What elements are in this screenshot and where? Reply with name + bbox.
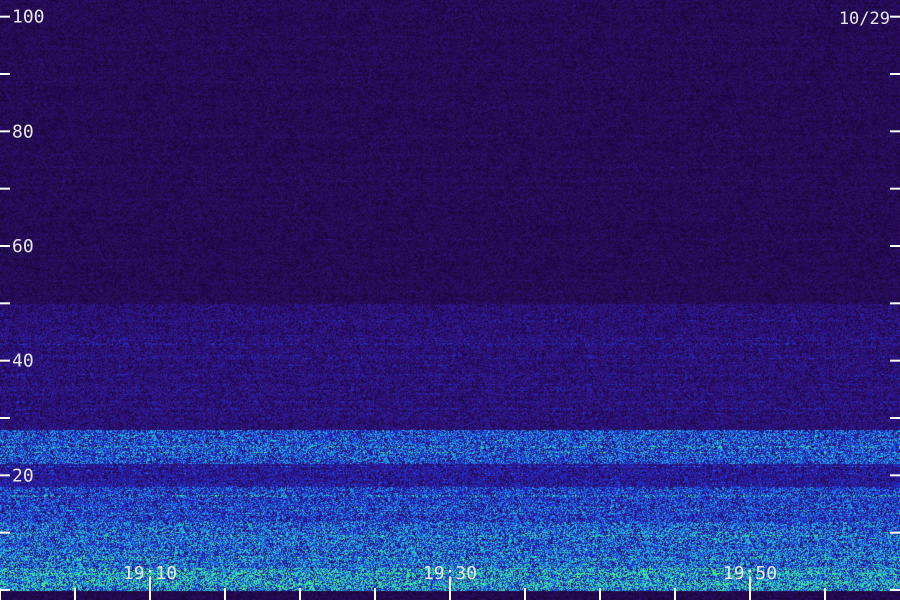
spectrogram-chart: 20 40 60 80 100 19:10 19:30 19:50 10/29 — [0, 0, 900, 600]
y-tick-label: 100 — [12, 7, 45, 28]
x-tick-label: 19:10 — [123, 563, 177, 584]
y-tick-label: 80 — [12, 121, 34, 142]
y-tick-label: 40 — [12, 351, 34, 372]
y-tick-label: 20 — [12, 465, 34, 486]
x-tick-label: 19:50 — [723, 563, 777, 584]
y-tick-label: 60 — [12, 236, 34, 257]
x-tick-label: 19:30 — [423, 563, 477, 584]
date-label: 10/29 — [839, 9, 890, 29]
spectrogram-heatmap — [0, 0, 900, 600]
